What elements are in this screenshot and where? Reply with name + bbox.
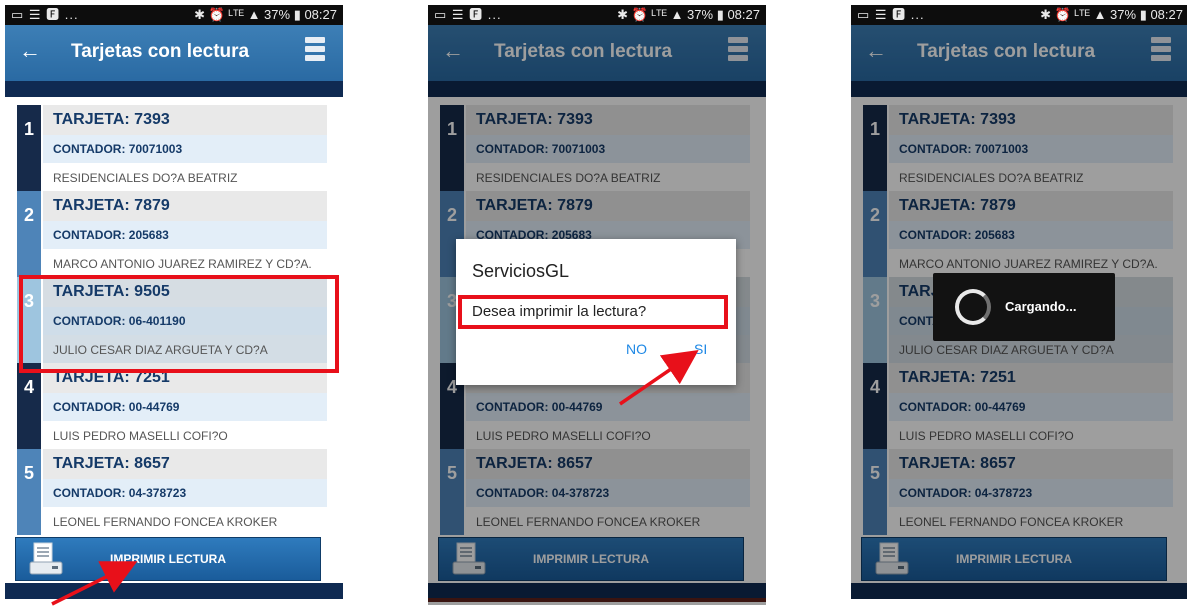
dialog-title: ServiciosGL (472, 261, 570, 281)
status-right-info: ✱ ⏰ ᴸᵀᴱ ▲ 37% ▮ 08:27 (1040, 7, 1183, 22)
card-customer-name: LUIS PEDRO MASELLI COFI?O (43, 421, 327, 449)
loading-spinner-icon (955, 289, 991, 325)
card-title: TARJETA: 8657 (43, 449, 327, 479)
status-right-info: ✱ ⏰ ᴸᵀᴱ ▲ 37% ▮ 08:27 (617, 7, 760, 22)
status-bar: ▭ ☰ 🅵 ... ✱ ⏰ ᴸᵀᴱ ▲ 37% ▮ 08:27 (5, 5, 343, 25)
loading-dialog: Cargando... (933, 273, 1115, 341)
card-number: 2 (17, 191, 41, 277)
highlight-dialog-question (458, 295, 728, 329)
card-meter: CONTADOR: 04-378723 (43, 479, 327, 507)
screen-bottom-edge (428, 598, 766, 602)
print-reading-button[interactable]: IMPRIMIR LECTURA (15, 537, 321, 581)
print-button-label: IMPRIMIR LECTURA (110, 552, 226, 566)
phone-screen-dialog: ▭ ☰ 🅵 ... ✱ ⏰ ᴸᵀᴱ ▲ 37% ▮ 08:27 ← Tarjet… (428, 5, 766, 605)
app-bar: ← Tarjetas con lectura (5, 25, 343, 81)
menu-icon[interactable] (305, 37, 325, 69)
app-bar-strip (5, 81, 343, 97)
card-meter: CONTADOR: 00-44769 (43, 393, 327, 421)
phone-screen-loading: ▭ ☰ 🅵 ... ✱ ⏰ ᴸᵀᴱ ▲ 37% ▮ 08:27 ← Tarjet… (851, 5, 1187, 599)
dialog-no-button[interactable]: NO (626, 341, 647, 357)
status-left-icons: ▭ ☰ 🅵 ... (11, 7, 79, 22)
page-title: Tarjetas con lectura (71, 41, 250, 62)
status-bar: ▭ ☰ 🅵 ... ✱ ⏰ ᴸᵀᴱ ▲ 37% ▮ 08:27 (428, 5, 766, 25)
highlight-selected-card (19, 275, 339, 373)
dialog-yes-button[interactable]: SI (694, 341, 707, 357)
card-customer-name: MARCO ANTONIO JUAREZ RAMIREZ Y CD?A. (43, 249, 327, 277)
bottom-bar (5, 583, 343, 599)
card-title: TARJETA: 7393 (43, 105, 327, 135)
loading-text: Cargando... (1005, 299, 1077, 314)
status-left-icons: ▭ ☰ 🅵 ... (434, 7, 502, 22)
list-item-card[interactable]: 4 TARJETA: 7251 CONTADOR: 00-44769 LUIS … (17, 363, 327, 449)
status-left-icons: ▭ ☰ 🅵 ... (857, 7, 925, 22)
card-title: TARJETA: 7879 (43, 191, 327, 221)
card-meter: CONTADOR: 205683 (43, 221, 327, 249)
card-meter: CONTADOR: 70071003 (43, 135, 327, 163)
screenshot-stage: ▭ ☰ 🅵 ... ✱ ⏰ ᴸᵀᴱ ▲ 37% ▮ 08:27 ← Tarjet… (0, 0, 1187, 610)
printer-icon (29, 542, 63, 575)
card-customer-name: RESIDENCIALES DO?A BEATRIZ (43, 163, 327, 191)
card-number: 5 (17, 449, 41, 535)
list-item-card[interactable]: 2 TARJETA: 7879 CONTADOR: 205683 MARCO A… (17, 191, 327, 277)
card-number: 1 (17, 105, 41, 191)
status-bar: ▭ ☰ 🅵 ... ✱ ⏰ ᴸᵀᴱ ▲ 37% ▮ 08:27 (851, 5, 1187, 25)
card-customer-name: LEONEL FERNANDO FONCEA KROKER (43, 507, 327, 535)
list-item-card[interactable]: 1 TARJETA: 7393 CONTADOR: 70071003 RESID… (17, 105, 327, 191)
list-item-card[interactable]: 5 TARJETA: 8657 CONTADOR: 04-378723 LEON… (17, 449, 327, 535)
back-arrow-icon[interactable]: ← (19, 39, 41, 63)
status-right-info: ✱ ⏰ ᴸᵀᴱ ▲ 37% ▮ 08:27 (194, 7, 337, 22)
phone-screen-list: ▭ ☰ 🅵 ... ✱ ⏰ ᴸᵀᴱ ▲ 37% ▮ 08:27 ← Tarjet… (5, 5, 343, 599)
card-number: 4 (17, 363, 41, 449)
